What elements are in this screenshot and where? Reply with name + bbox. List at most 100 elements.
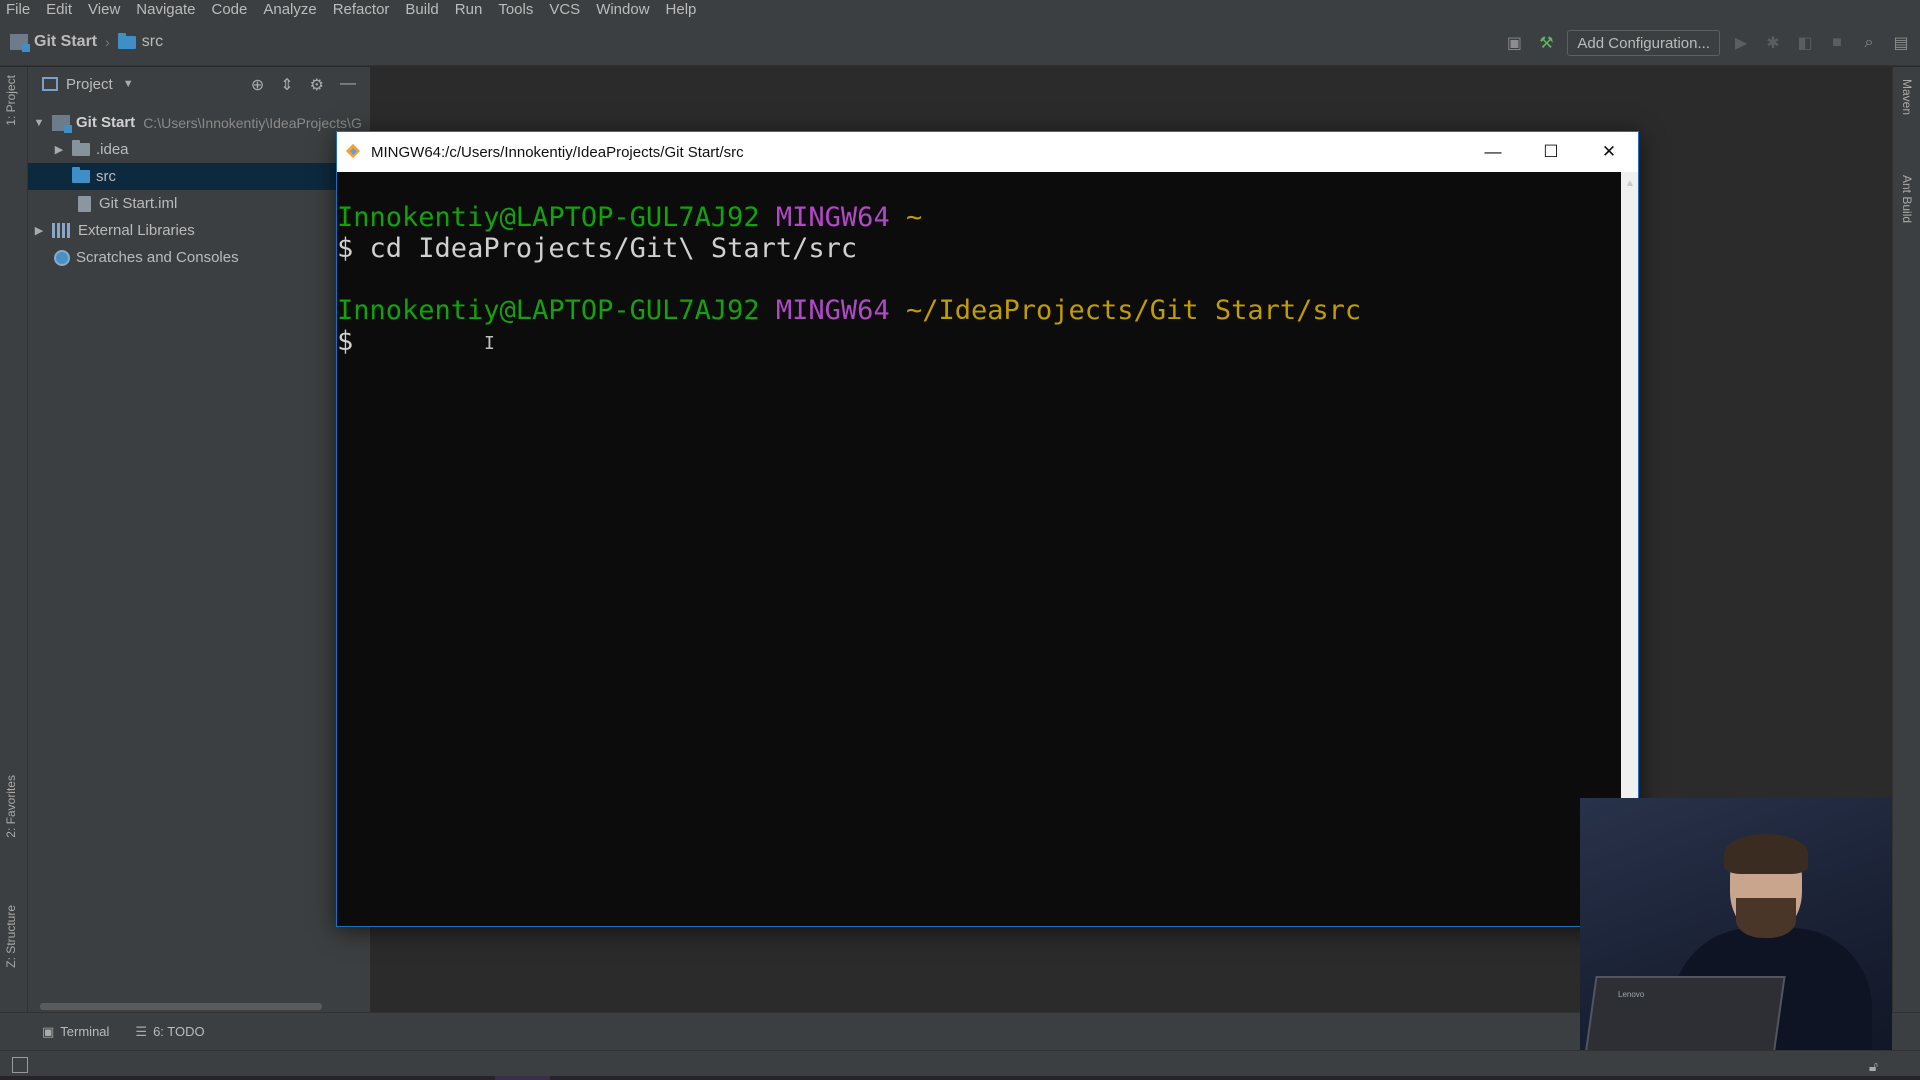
module-icon (52, 114, 72, 133)
menu-view[interactable]: View (80, 1, 128, 18)
run-toolbar: ▣ ⚒ Add Configuration... ▶ ✱ ◧ ■ ⌕ ▤ (1503, 30, 1912, 56)
terminal-icon: ▣ (42, 1023, 55, 1039)
tree-item-src[interactable]: src (28, 163, 370, 190)
prompt-user: Innokentiy@LAPTOP-GUL7AJ92 (337, 295, 760, 326)
tab-todo-label: 6: TODO (153, 1024, 205, 1039)
menu-bar: File Edit View Navigate Code Analyze Ref… (0, 0, 1920, 18)
prompt-dir: ~/IdeaProjects/Git Start/src (905, 295, 1362, 326)
expand-arrow-icon[interactable]: ▶ (52, 143, 66, 156)
tab-terminal[interactable]: ▣ Terminal (42, 1024, 109, 1040)
tree-item-scratches[interactable]: Scratches and Consoles (28, 244, 370, 271)
tab-favorites[interactable]: 2: Favorites (4, 775, 18, 838)
project-panel-scrollbar[interactable] (40, 1003, 322, 1010)
menu-navigate[interactable]: Navigate (128, 1, 203, 18)
menu-run[interactable]: Run (447, 1, 491, 18)
breadcrumb-separator-icon: › (105, 34, 110, 50)
menu-tools[interactable]: Tools (490, 1, 541, 18)
breadcrumb: Git Start › src (10, 30, 163, 54)
presenter-beard (1736, 898, 1796, 938)
terminal-titlebar[interactable]: MINGW64:/c/Users/Innokentiy/IdeaProjects… (337, 132, 1638, 172)
presenter-hair (1724, 834, 1808, 874)
tab-terminal-label: Terminal (60, 1024, 110, 1039)
tree-item-external-libraries[interactable]: ▶ External Libraries (28, 217, 370, 244)
terminal-output[interactable]: Innokentiy@LAPTOP-GUL7AJ92 MINGW64 ~ $ c… (337, 172, 1621, 926)
git-bash-window[interactable]: MINGW64:/c/Users/Innokentiy/IdeaProjects… (336, 131, 1639, 927)
terminal-title: MINGW64:/c/Users/Innokentiy/IdeaProjects… (371, 143, 744, 161)
todo-list-icon: ☰ (135, 1023, 148, 1039)
terminal-command: cd IdeaProjects/Git\ Start/src (369, 233, 858, 264)
iml-file-icon (78, 195, 91, 212)
prompt-dir: ~ (905, 202, 923, 233)
project-icon (10, 34, 30, 52)
left-tool-strip: 1: Project 2: Favorites Z: Structure (0, 67, 28, 1012)
locate-icon[interactable]: ⊕ (251, 75, 264, 95)
menu-vcs[interactable]: VCS (541, 1, 588, 18)
lock-icon[interactable]: 🔓︎ (1869, 1058, 1878, 1075)
tree-item-idea[interactable]: ▶ .idea (28, 136, 370, 163)
prompt-symbol: $ (337, 233, 354, 264)
folder-icon (117, 32, 136, 49)
menu-build[interactable]: Build (397, 1, 446, 18)
coverage-icon[interactable]: ◧ (1794, 32, 1816, 54)
project-panel-header: Project ▼ ⊕ ⇕ ⚙ — (28, 67, 370, 101)
window-controls: — ☐ ✕ (1464, 132, 1638, 172)
taskbar-accent (495, 1076, 550, 1080)
search-icon[interactable]: ⌕ (1858, 32, 1880, 54)
tree-item-git-start[interactable]: ▼ Git Start C:\Users\Innokentiy\IdeaProj… (28, 109, 370, 136)
project-panel-tools: ⊕ ⇕ ⚙ — (251, 75, 356, 95)
expand-arrow-icon[interactable]: ▶ (32, 224, 46, 237)
select-run-icon[interactable]: ▣ (1503, 32, 1525, 54)
prompt-env: MINGW64 (775, 295, 890, 326)
menu-analyze[interactable]: Analyze (255, 1, 324, 18)
terminal-line: $ cd IdeaProjects/Git\ Start/src (337, 233, 1621, 264)
tree-item-iml[interactable]: Git Start.iml (28, 190, 370, 217)
tab-project[interactable]: 1: Project (4, 75, 18, 126)
scroll-up-icon[interactable]: ▲ (1625, 178, 1635, 189)
menu-edit[interactable]: Edit (38, 1, 80, 18)
tree-item-label: Git Start.iml (99, 195, 178, 212)
menu-code[interactable]: Code (203, 1, 255, 18)
project-panel-title: Project (66, 75, 113, 93)
tab-maven[interactable]: Maven (1900, 79, 1914, 115)
menu-window[interactable]: Window (588, 1, 657, 18)
run-icon[interactable]: ▶ (1730, 32, 1752, 54)
tab-structure[interactable]: Z: Structure (4, 905, 18, 968)
git-bash-icon (346, 144, 362, 160)
hide-panel-icon[interactable]: — (340, 75, 356, 95)
folder-icon (72, 140, 90, 156)
menu-help[interactable]: Help (658, 1, 705, 18)
tab-todo[interactable]: ☰ 6: TODO (135, 1024, 204, 1040)
minimize-icon[interactable]: — (1464, 132, 1522, 172)
tree-item-label: Scratches and Consoles (76, 249, 239, 266)
laptop-brand-label: Lenovo (1618, 990, 1645, 999)
gear-icon[interactable]: ⚙ (310, 75, 324, 95)
build-hammer-icon[interactable]: ⚒ (1535, 32, 1557, 54)
menu-file[interactable]: File (0, 1, 38, 18)
tab-ant-build[interactable]: Ant Build (1900, 175, 1914, 223)
breadcrumb-folder[interactable]: src (117, 32, 164, 51)
breadcrumb-project-label: Git Start (34, 33, 98, 50)
project-view-icon (42, 77, 58, 91)
project-structure-icon[interactable]: ▤ (1890, 32, 1912, 54)
tool-windows-icon[interactable] (12, 1057, 28, 1073)
menu-refactor[interactable]: Refactor (325, 1, 398, 18)
expand-arrow-icon[interactable]: ▼ (32, 117, 46, 129)
stop-icon[interactable]: ■ (1826, 32, 1848, 54)
add-configuration-button[interactable]: Add Configuration... (1567, 30, 1720, 56)
debug-icon[interactable]: ✱ (1762, 32, 1784, 54)
tree-item-label: src (96, 168, 116, 185)
maximize-icon[interactable]: ☐ (1522, 132, 1580, 172)
bottom-edge (0, 1076, 1920, 1080)
collapse-all-icon[interactable]: ⇕ (280, 75, 293, 95)
terminal-input-line[interactable]: $ (337, 326, 1621, 357)
tree-item-label: .idea (96, 141, 129, 158)
laptop (1584, 976, 1786, 1050)
breadcrumb-project[interactable]: Git Start (10, 33, 98, 52)
breadcrumb-folder-label: src (141, 33, 164, 50)
project-view-selector[interactable]: Project ▼ (42, 76, 134, 93)
text-cursor-icon: I (484, 333, 495, 354)
close-icon[interactable]: ✕ (1580, 132, 1638, 172)
prompt-env: MINGW64 (775, 202, 890, 233)
tree-item-label: Git Start (76, 114, 136, 131)
